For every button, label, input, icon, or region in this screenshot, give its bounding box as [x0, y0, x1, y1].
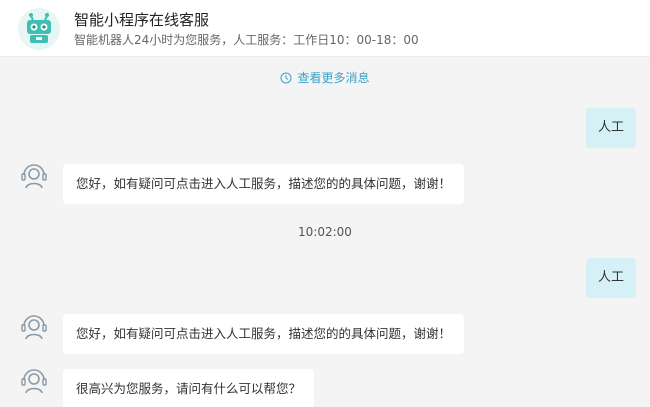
view-more-messages-link[interactable]: 查看更多消息 — [0, 69, 650, 86]
bot-message: 您好，如有疑问可点击进入人工服务，描述您的的具体问题，谢谢！ — [63, 164, 465, 204]
message-timestamp: 10:02:00 — [298, 225, 352, 239]
robot-logo-icon — [18, 8, 60, 50]
clock-icon — [280, 72, 292, 84]
bot-message: 您好，如有疑问可点击进入人工服务，描述您的的具体问题，谢谢！ — [63, 314, 465, 354]
user-message: 人工 — [585, 258, 636, 298]
agent-headset-icon — [21, 315, 47, 340]
agent-headset-icon — [21, 369, 47, 394]
chat-header: 智能小程序在线客服 智能机器人24小时为您服务，人工服务：工作日10：00-18… — [0, 0, 650, 57]
service-hours-text: 智能机器人24小时为您服务，人工服务：工作日10：00-18：00 — [74, 33, 419, 47]
user-message: 人工 — [585, 108, 636, 148]
bot-message: 很高兴为您服务，请问有什么可以帮您？ — [63, 369, 315, 407]
view-more-messages-label: 查看更多消息 — [297, 71, 370, 85]
page-title: 智能小程序在线客服 — [74, 11, 210, 29]
agent-headset-icon — [21, 164, 47, 189]
